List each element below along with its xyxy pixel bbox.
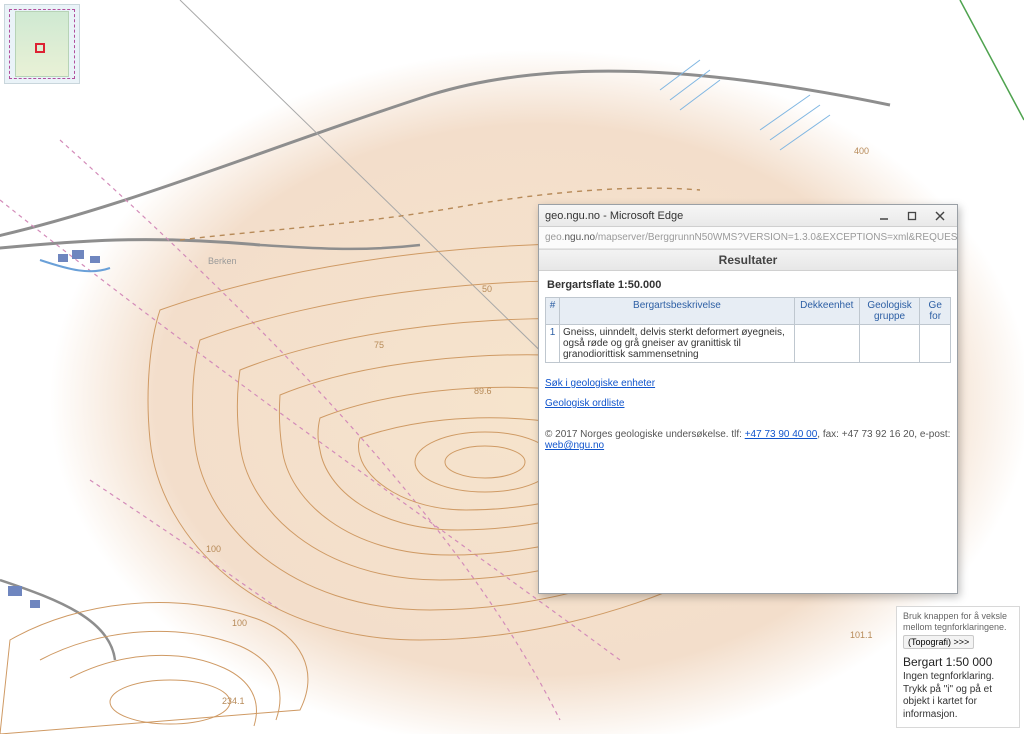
address-bar[interactable]: geo.ngu.no/mapserver/BerggrunnN50WMS?VER… [539,227,957,249]
col-idx[interactable]: # [546,298,560,325]
cell-idx: 1 [546,325,560,363]
result-popup-window: geo.ngu.no - Microsoft Edge geo.ngu.no/m… [538,204,958,594]
cell-geofor [920,325,951,363]
col-beskrivelse[interactable]: Bergartsbeskrivelse [560,298,795,325]
contour-label-1011: 101.1 [850,630,873,640]
col-geofor[interactable]: Ge for [920,298,951,325]
col-dekkeenhet[interactable]: Dekkeenhet [794,298,859,325]
contour-label-100a: 100 [206,544,221,554]
popup-footer: © 2017 Norges geologiske undersøkelse. t… [545,429,951,451]
table-header-row: # Bergartsbeskrivelse Dekkeenhet Geologi… [546,298,951,325]
popup-title: geo.ngu.no - Microsoft Edge [545,210,869,222]
cell-geogruppe [859,325,920,363]
footer-prefix: © 2017 Norges geologiske undersøkelse. t… [545,429,745,440]
legend-hint: Bruk knappen for å veksle mellom tegnfor… [903,611,1013,633]
contour-label-2341: 234.1 [222,696,245,706]
url-host: ngu.no [564,232,595,243]
link-search-units[interactable]: Søk i geologiske enheter [545,378,655,389]
close-button[interactable] [927,207,953,225]
cell-beskrivelse: Gneiss, uinndelt, delvis sterkt deformer… [560,325,795,363]
table-row[interactable]: 1 Gneiss, uinndelt, delvis sterkt deform… [546,325,951,363]
toggle-legend-button[interactable]: (Topografi) >>> [903,635,974,649]
minimize-button[interactable] [871,207,897,225]
cell-dekkeenhet [794,325,859,363]
results-header: Resultater [539,249,957,271]
link-ordliste[interactable]: Geologisk ordliste [545,398,624,409]
popup-titlebar[interactable]: geo.ngu.no - Microsoft Edge [539,205,957,227]
url-prefix: geo. [545,232,564,243]
results-table: # Bergartsbeskrivelse Dekkeenhet Geologi… [545,297,951,363]
footer-email-link[interactable]: web@ngu.no [545,440,604,451]
close-icon [935,211,945,221]
maximize-icon [907,211,917,221]
overview-marker [35,43,45,53]
url-path: /mapserver/BerggrunnN50WMS?VERSION=1.3.0… [595,232,957,243]
legend-body: Ingen tegnforklaring. Trykk på "i" og på… [903,671,1013,721]
col-geogruppe[interactable]: Geologisk gruppe [859,298,920,325]
contour-label-75: 75 [374,340,384,350]
footer-mid: , fax: +47 73 92 16 20, e-post: [817,429,950,440]
legend-panel: Bruk knappen for å veksle mellom tegnfor… [896,606,1020,728]
footer-tel-link[interactable]: +47 73 90 40 00 [745,429,818,440]
contour-label-895: 89.6 [474,386,492,396]
minimize-icon [879,211,889,221]
overview-map[interactable] [4,4,80,84]
contour-label-400: 400 [854,146,869,156]
maximize-button[interactable] [899,207,925,225]
contour-label-100b: 100 [232,618,247,628]
contour-label-50: 50 [482,284,492,294]
popup-content: Bergartsflate 1:50.000 # Bergartsbeskriv… [539,271,957,593]
place-label-berken: Berken [208,256,237,266]
popup-links: Søk i geologiske enheter Geologisk ordli… [545,377,951,409]
legend-title: Bergart 1:50 000 [903,655,1013,669]
layer-subtitle: Bergartsflate 1:50.000 [547,279,951,291]
